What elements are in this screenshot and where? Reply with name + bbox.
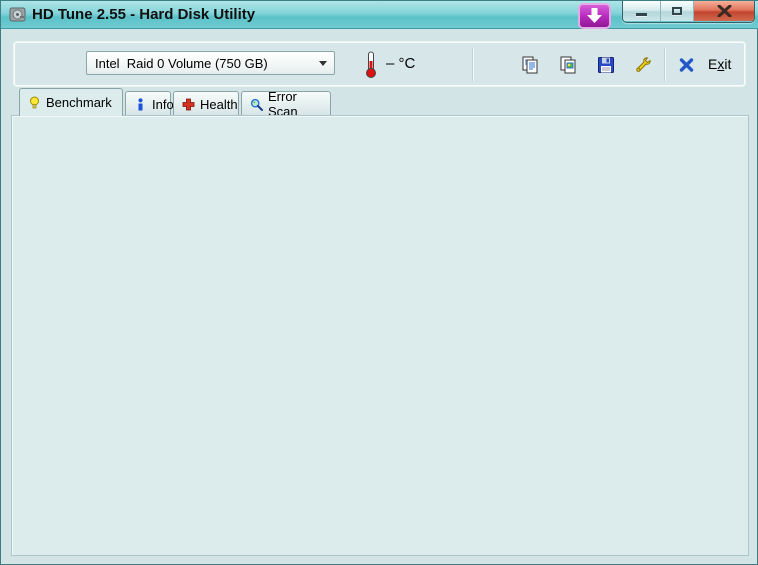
minimize-button[interactable] xyxy=(623,1,661,21)
exit-label[interactable]: Exit xyxy=(708,56,731,72)
tab-error-scan[interactable]: Error Scan xyxy=(241,89,331,119)
benchmark-panel xyxy=(11,115,749,556)
copy-screenshot-button[interactable] xyxy=(556,53,580,77)
tab-health-label: Health xyxy=(200,96,238,112)
copy-text-button[interactable] xyxy=(518,53,542,77)
options-button[interactable] xyxy=(631,53,655,77)
tab-benchmark[interactable]: Benchmark xyxy=(19,88,123,116)
save-icon xyxy=(598,57,614,73)
tab-info-label: Info xyxy=(152,96,174,112)
chevron-down-icon xyxy=(319,61,327,66)
close-icon xyxy=(717,5,731,17)
title-bar: HD Tune 2.55 - Hard Disk Utility xyxy=(1,1,758,29)
download-arrow-button[interactable] xyxy=(578,3,611,29)
toolbar-separator xyxy=(472,48,473,81)
maximize-button[interactable] xyxy=(661,1,694,21)
lightbulb-icon xyxy=(30,96,39,109)
tab-health[interactable]: Health xyxy=(173,91,239,116)
thermometer-icon xyxy=(366,51,376,78)
temperature-readout: – °C xyxy=(386,55,416,72)
copy-image-icon xyxy=(560,56,576,74)
drive-select-value: Intel Raid 0 Volume (750 GB) xyxy=(95,56,268,71)
minimize-icon xyxy=(636,13,647,16)
exit-x-icon xyxy=(679,58,693,72)
health-cross-icon xyxy=(182,98,195,110)
app-icon xyxy=(9,7,26,22)
copy-icon xyxy=(522,56,538,74)
save-button[interactable] xyxy=(594,53,618,77)
tab-info[interactable]: Info xyxy=(125,91,174,116)
toolbar-separator xyxy=(664,48,665,81)
info-icon xyxy=(138,97,143,110)
maximize-icon xyxy=(672,7,682,15)
close-button[interactable] xyxy=(694,1,754,21)
window-title: HD Tune 2.55 - Hard Disk Utility xyxy=(32,6,256,23)
down-arrow-icon xyxy=(587,8,602,23)
tab-benchmark-label: Benchmark xyxy=(46,95,112,110)
magnifier-icon xyxy=(250,98,263,111)
drive-select-dropdown[interactable]: Intel Raid 0 Volume (750 GB) xyxy=(86,51,335,75)
app-window: HD Tune 2.55 - Hard Disk Utility Intel R… xyxy=(0,0,758,565)
exit-button[interactable] xyxy=(676,55,696,75)
toolbar: Intel Raid 0 Volume (750 GB) – °C Exit xyxy=(13,41,746,87)
window-controls xyxy=(622,1,755,23)
tools-icon xyxy=(636,57,651,72)
